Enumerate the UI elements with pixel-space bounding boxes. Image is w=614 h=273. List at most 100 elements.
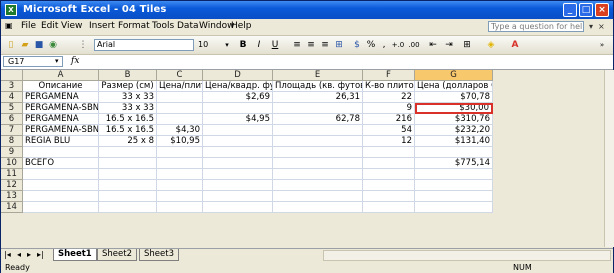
- last-sheet-icon[interactable]: ▸|: [37, 250, 44, 259]
- cell-e8[interactable]: [273, 136, 363, 147]
- font-name-select[interactable]: Arial: [94, 39, 194, 51]
- cell-d11[interactable]: [203, 169, 273, 180]
- menu-file[interactable]: File: [21, 21, 36, 31]
- merge-center-icon[interactable]: ⊞: [333, 39, 345, 51]
- cell-e13[interactable]: [273, 191, 363, 202]
- cell-c12[interactable]: [157, 180, 203, 191]
- cell-c5[interactable]: [157, 103, 203, 114]
- row-header-11[interactable]: 11: [1, 169, 23, 180]
- prev-sheet-icon[interactable]: ◂: [17, 250, 21, 259]
- cell-a3[interactable]: Описание: [23, 81, 99, 92]
- cell-g14[interactable]: [415, 202, 493, 213]
- menu-format[interactable]: Format: [118, 21, 150, 31]
- cell-e10[interactable]: [273, 158, 363, 169]
- cell-e14[interactable]: [273, 202, 363, 213]
- maximize-button[interactable]: □: [579, 3, 593, 17]
- bold-button[interactable]: B: [237, 39, 249, 51]
- cell-f10[interactable]: [363, 158, 415, 169]
- cell-e11[interactable]: [273, 169, 363, 180]
- borders-icon[interactable]: ⊞: [461, 39, 473, 51]
- column-header-b[interactable]: B: [99, 70, 157, 81]
- cell-c11[interactable]: [157, 169, 203, 180]
- align-right-icon[interactable]: ≡: [319, 39, 331, 51]
- row-header-4[interactable]: 4: [1, 92, 23, 103]
- menu-help[interactable]: Help: [231, 21, 252, 31]
- cell-c10[interactable]: [157, 158, 203, 169]
- comma-button[interactable]: ,: [379, 39, 389, 51]
- align-left-icon[interactable]: ≡: [291, 39, 303, 51]
- minimize-button[interactable]: _: [563, 3, 577, 17]
- cell-c9[interactable]: [157, 147, 203, 158]
- cell-b5[interactable]: 33 x 33: [99, 103, 157, 114]
- cell-b6[interactable]: 16.5 x 16.5: [99, 114, 157, 125]
- cell-e6[interactable]: 62,78: [273, 114, 363, 125]
- row-header-8[interactable]: 8: [1, 136, 23, 147]
- column-header-c[interactable]: C: [157, 70, 203, 81]
- tab-sheet2[interactable]: Sheet2: [97, 249, 137, 261]
- chevron-down-icon[interactable]: ▾: [223, 39, 231, 51]
- close-workbook-icon[interactable]: ×: [598, 22, 605, 31]
- cell-c6[interactable]: [157, 114, 203, 125]
- menu-window[interactable]: Window: [199, 21, 235, 31]
- column-header-f[interactable]: F: [363, 70, 415, 81]
- cell-d14[interactable]: [203, 202, 273, 213]
- cell-f4[interactable]: 22: [363, 92, 415, 103]
- cell-f14[interactable]: [363, 202, 415, 213]
- cell-a12[interactable]: [23, 180, 99, 191]
- currency-icon[interactable]: $: [351, 39, 363, 51]
- column-header-e[interactable]: E: [273, 70, 363, 81]
- cell-d10[interactable]: [203, 158, 273, 169]
- font-color-icon[interactable]: A: [509, 39, 521, 51]
- cell-a7[interactable]: PERGAMENA-SBN: [23, 125, 99, 136]
- chevron-down-icon[interactable]: ▾: [55, 57, 59, 65]
- cell-b7[interactable]: 16.5 x 16.5: [99, 125, 157, 136]
- cell-d7[interactable]: [203, 125, 273, 136]
- cell-b8[interactable]: 25 x 8: [99, 136, 157, 147]
- cell-b4[interactable]: 33 x 33: [99, 92, 157, 103]
- help-search-input[interactable]: Type a question for help: [488, 21, 584, 32]
- cell-b12[interactable]: [99, 180, 157, 191]
- cell-g4[interactable]: $70,78: [415, 92, 493, 103]
- cell-e9[interactable]: [273, 147, 363, 158]
- increase-indent-icon[interactable]: ⇥: [443, 39, 455, 51]
- first-sheet-icon[interactable]: |◂: [4, 250, 11, 259]
- cell-f11[interactable]: [363, 169, 415, 180]
- percent-button[interactable]: %: [365, 39, 377, 51]
- menu-data[interactable]: Data: [177, 21, 199, 31]
- save-icon[interactable]: ■: [33, 39, 45, 51]
- cell-e3[interactable]: Площадь (кв. футов): [273, 81, 363, 92]
- cell-g11[interactable]: [415, 169, 493, 180]
- cell-g3[interactable]: Цена (долларов США): [415, 81, 493, 92]
- cell-c13[interactable]: [157, 191, 203, 202]
- cell-f9[interactable]: [363, 147, 415, 158]
- cell-g8[interactable]: $131,40: [415, 136, 493, 147]
- column-header-g[interactable]: G: [415, 70, 493, 81]
- new-file-icon[interactable]: ▯: [5, 39, 17, 51]
- row-header-10[interactable]: 10: [1, 158, 23, 169]
- cell-g6[interactable]: $310,76: [415, 114, 493, 125]
- cell-d5[interactable]: [203, 103, 273, 114]
- name-box[interactable]: G17: [3, 56, 63, 67]
- cell-g10[interactable]: $775,14: [415, 158, 493, 169]
- row-header-6[interactable]: 6: [1, 114, 23, 125]
- cell-d12[interactable]: [203, 180, 273, 191]
- highlighted-cell-g5[interactable]: $30,00: [415, 103, 493, 114]
- document-icon[interactable]: ▣: [5, 21, 13, 30]
- cell-d9[interactable]: [203, 147, 273, 158]
- cell-d6[interactable]: $4,95: [203, 114, 273, 125]
- cell-b13[interactable]: [99, 191, 157, 202]
- cell-c3[interactable]: Цена/плитка: [157, 81, 203, 92]
- menu-insert[interactable]: Insert: [89, 21, 115, 31]
- row-header-13[interactable]: 13: [1, 191, 23, 202]
- underline-button[interactable]: U: [269, 39, 281, 51]
- tab-sheet1[interactable]: Sheet1: [53, 249, 97, 261]
- cell-e7[interactable]: [273, 125, 363, 136]
- open-folder-icon[interactable]: ▰: [19, 39, 31, 51]
- menu-edit[interactable]: Edit: [41, 21, 58, 31]
- cell-d8[interactable]: [203, 136, 273, 147]
- cell-f13[interactable]: [363, 191, 415, 202]
- cell-c7[interactable]: $4,30: [157, 125, 203, 136]
- row-header-5[interactable]: 5: [1, 103, 23, 114]
- cell-a10[interactable]: ВСЕГО: [23, 158, 99, 169]
- menu-tools[interactable]: Tools: [152, 21, 174, 31]
